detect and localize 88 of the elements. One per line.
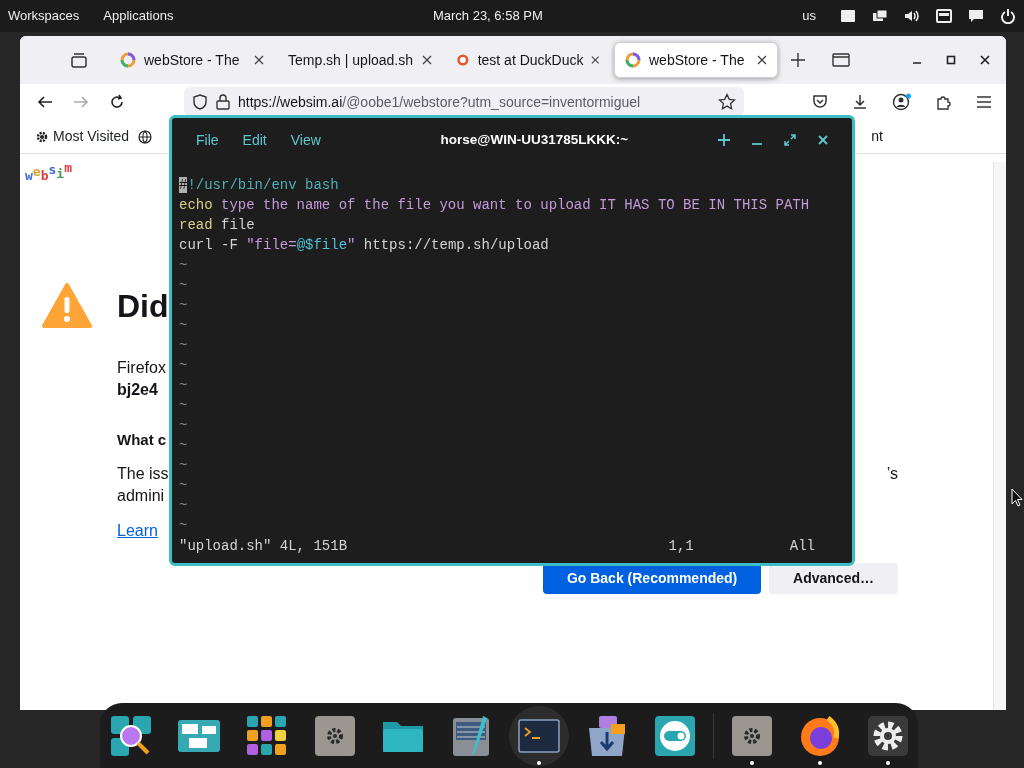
- close-icon[interactable]: [757, 55, 767, 65]
- menu-item[interactable]: Edit: [242, 129, 267, 151]
- menu-item[interactable]: Applications: [103, 6, 174, 26]
- empty-line-marker: ~: [179, 296, 188, 315]
- window-list-icon[interactable]: [832, 52, 850, 68]
- new-tab-icon[interactable]: [718, 134, 730, 146]
- paragraph: Firefox: [117, 357, 166, 378]
- windows-icon[interactable]: [872, 8, 888, 24]
- close-icon[interactable]: [980, 55, 990, 65]
- learn-more-link[interactable]: Learn: [117, 518, 158, 543]
- settings-icon: [865, 713, 910, 758]
- maximize-icon[interactable]: [784, 134, 796, 146]
- tab-list-icon[interactable]: [70, 51, 88, 69]
- paragraph: admini: [117, 485, 165, 506]
- paragraph: The iss: [117, 463, 169, 484]
- account-icon[interactable]: [892, 93, 912, 111]
- logo: websim: [25, 162, 72, 182]
- bookmark[interactable]: Most Visited: [34, 125, 130, 148]
- code-line: read file: [179, 216, 255, 235]
- download-icon[interactable]: [852, 94, 868, 110]
- gear-icon: [35, 129, 49, 144]
- toggle-icon: [652, 713, 697, 758]
- code-line: echo type the name of the file you want to upload IT HAS TO BE IN THIS PATH: [179, 196, 810, 215]
- advanced-button[interactable]: Advanced…: [769, 562, 898, 594]
- pocket-icon[interactable]: [812, 94, 828, 110]
- empty-line-marker: ~: [179, 256, 188, 275]
- close-icon[interactable]: [591, 55, 600, 65]
- empty-line-marker: ~: [179, 376, 188, 395]
- lock-icon[interactable]: [216, 94, 230, 110]
- bookmark[interactable]: nt: [871, 126, 883, 147]
- close-icon[interactable]: [818, 135, 828, 145]
- empty-line-marker: ~: [179, 436, 188, 455]
- search-icon: [108, 713, 153, 758]
- volume-icon[interactable]: [904, 8, 920, 24]
- code-line: curl -F "file=@$file" https://temp.sh/upload: [179, 236, 549, 255]
- scrollbar[interactable]: [993, 162, 1006, 710]
- browser-tab[interactable]: webStore - The: [110, 42, 274, 78]
- keyboard-layout[interactable]: us: [802, 6, 816, 26]
- empty-line-marker: ~: [179, 516, 188, 535]
- menu-item[interactable]: File: [196, 129, 219, 151]
- clock[interactable]: March 23, 6:58 PM: [432, 6, 543, 26]
- error-heading: Did: [117, 286, 169, 326]
- empty-line-marker: ~: [179, 496, 188, 515]
- back-icon[interactable]: [37, 94, 53, 110]
- empty-line-marker: ~: [179, 396, 188, 415]
- favicon-icon: [625, 52, 641, 68]
- browser-tab[interactable]: test at DuckDuck: [446, 42, 610, 78]
- power-icon[interactable]: [1000, 8, 1016, 24]
- gear-icon: [312, 713, 357, 758]
- status-message: "upload.sh" 4L, 151B: [179, 537, 348, 556]
- close-icon[interactable]: [254, 55, 264, 65]
- pointer-icon: [1011, 488, 1023, 508]
- empty-line-marker: ~: [179, 336, 188, 355]
- star-icon[interactable]: [718, 93, 736, 111]
- reload-icon[interactable]: [109, 94, 125, 110]
- display-icon[interactable]: [840, 8, 856, 24]
- keyboard-icon[interactable]: [936, 8, 952, 24]
- favicon-icon: [456, 52, 470, 68]
- warning-icon: [42, 282, 92, 329]
- window-title: horse@WIN-UU31785LKKK:~: [439, 130, 630, 149]
- empty-line-marker: ~: [179, 456, 188, 475]
- address-field[interactable]: https://websim.ai/@oobe1/webstore?utm_source=inventormiguel: [184, 87, 744, 117]
- chat-icon[interactable]: [968, 8, 984, 24]
- cursor-position: 1,1: [668, 537, 694, 556]
- empty-line-marker: ~: [179, 276, 188, 295]
- error-code: bj2e4: [117, 379, 158, 400]
- menu-item[interactable]: Workspaces: [8, 6, 80, 26]
- app-grid-icon: [244, 713, 289, 758]
- gear-icon: [729, 713, 774, 758]
- empty-line-marker: ~: [179, 356, 188, 375]
- empty-line-marker: ~: [179, 476, 188, 495]
- menu-item[interactable]: View: [290, 129, 321, 151]
- browser-tab[interactable]: Temp.sh | upload.sh: [278, 42, 442, 78]
- menu-icon[interactable]: [976, 95, 992, 109]
- browser-tab[interactable]: webStore - The: [614, 42, 778, 78]
- empty-line-marker: ~: [179, 416, 188, 435]
- close-icon[interactable]: [422, 55, 432, 65]
- subheading: What c: [117, 429, 167, 450]
- puzzle-icon[interactable]: [936, 94, 952, 110]
- globe-icon[interactable]: [138, 129, 152, 144]
- scroll-position: All: [789, 537, 815, 556]
- empty-line-marker: ~: [179, 316, 188, 335]
- paragraph: ’s: [886, 463, 898, 484]
- shield-icon[interactable]: [192, 94, 208, 110]
- code-line: #!/usr/bin/env bash: [179, 176, 339, 195]
- maximize-icon[interactable]: [946, 55, 956, 65]
- new-tab-icon[interactable]: [790, 52, 806, 68]
- favicon-icon: [120, 52, 136, 68]
